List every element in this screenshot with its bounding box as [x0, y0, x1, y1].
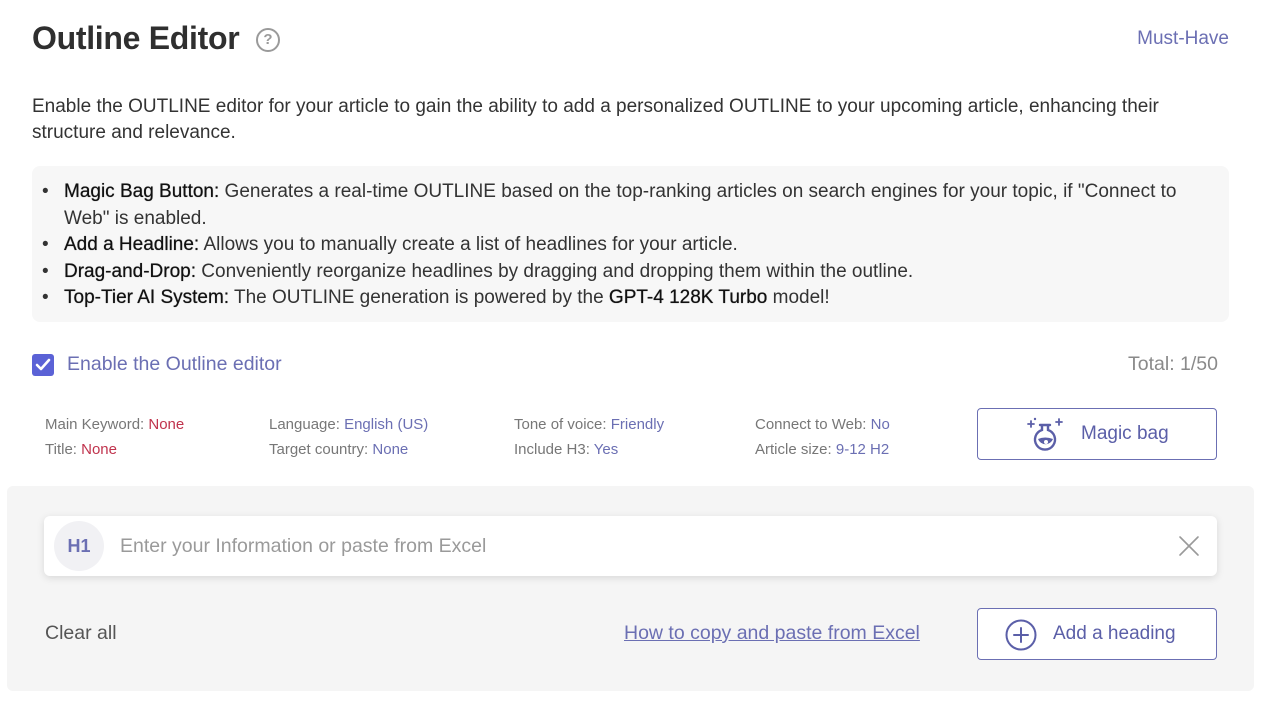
- question-circle-icon[interactable]: ?: [256, 28, 280, 52]
- setting-label: Article size:: [755, 441, 836, 458]
- feature-item-add-headline: • Add a Headline: Allows you to manually…: [32, 232, 1209, 259]
- setting-value: 9-12 H2: [835, 441, 890, 458]
- setting-label: Target country:: [269, 441, 373, 458]
- setting-value: None: [372, 441, 409, 458]
- bullet: •: [42, 260, 49, 282]
- article-size-setting: Article size: 9-12 H2: [755, 437, 890, 462]
- setting-value: English (US): [344, 416, 429, 433]
- setting-value: None: [148, 416, 185, 433]
- feature-title: Top-Tier AI System:: [64, 287, 230, 308]
- feature-item-ai-system: • Top-Tier AI System: The OUTLINE genera…: [32, 285, 1209, 312]
- close-icon[interactable]: [1178, 535, 1200, 557]
- heading-input[interactable]: [120, 531, 1160, 561]
- feature-text: Allows you to manually create a list of …: [199, 234, 738, 255]
- intro-text: Enable the OUTLINE editor for your artic…: [32, 96, 1159, 143]
- language-setting: Language: English (US): [269, 412, 428, 437]
- settings-column-2: Language: English (US) Target country: N…: [269, 412, 428, 462]
- add-heading-button[interactable]: Add a heading: [977, 608, 1217, 660]
- feature-title: Drag-and-Drop:: [64, 260, 196, 282]
- setting-value: Yes: [593, 441, 619, 458]
- enable-outline-checkbox[interactable]: [32, 354, 54, 376]
- setting-label: Include H3:: [514, 441, 594, 458]
- features-list: • Magic Bag Button: Generates a real-tim…: [32, 179, 1209, 312]
- heading-level-badge[interactable]: H1: [54, 521, 104, 571]
- magic-bag-button[interactable]: Magic bag: [977, 408, 1217, 460]
- main-keyword-setting: Main Keyword: None: [45, 412, 184, 437]
- add-heading-label: Add a heading: [1053, 623, 1176, 644]
- must-have-badge: Must-Have: [1137, 28, 1229, 49]
- setting-label: Title:: [45, 441, 82, 458]
- feature-item-drag-drop: • Drag-and-Drop: Conveniently reorganize…: [32, 259, 1209, 286]
- page-title: Outline Editor: [32, 20, 240, 56]
- feature-title: Add a Headline:: [64, 234, 200, 255]
- total-counter: Total: 1/50: [1128, 353, 1218, 375]
- checkmark-icon: [35, 358, 51, 371]
- include-h3-setting: Include H3: Yes: [514, 437, 664, 462]
- outline-heading-row: H1: [44, 516, 1217, 576]
- enable-outline-row: Enable the Outline editor Total: 1/50: [32, 352, 1218, 378]
- title-setting: Title: None: [45, 437, 184, 462]
- settings-column-3: Tone of voice: Friendly Include H3: Yes: [514, 412, 664, 462]
- bullet: •: [42, 234, 49, 255]
- enable-outline-label[interactable]: Enable the Outline editor: [67, 353, 282, 376]
- feature-text: model!: [767, 287, 830, 308]
- setting-value: No: [870, 416, 890, 433]
- setting-label: Connect to Web:: [755, 416, 871, 433]
- setting-label: Tone of voice:: [514, 416, 611, 433]
- feature-text: Conveniently reorganize headlines by dra…: [196, 260, 914, 282]
- model-name: GPT-4 128K Turbo: [608, 287, 768, 308]
- bullet: •: [42, 287, 49, 308]
- feature-text: The OUTLINE generation is powered by the: [229, 287, 609, 308]
- outline-editor-area: H1 Clear all How to copy and paste from …: [7, 486, 1254, 691]
- setting-label: Main Keyword:: [45, 416, 149, 433]
- howto-excel-link[interactable]: How to copy and paste from Excel: [624, 622, 920, 645]
- settings-column-1: Main Keyword: None Title: None: [45, 412, 184, 462]
- clear-all-button[interactable]: Clear all: [45, 622, 117, 645]
- feature-item-magic-bag: • Magic Bag Button: Generates a real-tim…: [32, 179, 1209, 232]
- connect-web-setting: Connect to Web: No: [755, 412, 890, 437]
- setting-value: None: [81, 441, 117, 458]
- bullet: •: [42, 181, 49, 202]
- plus-circle-icon: [1005, 619, 1037, 651]
- setting-value: Friendly: [610, 416, 665, 433]
- settings-column-4: Connect to Web: No Article size: 9-12 H2: [755, 412, 890, 462]
- features-box: • Magic Bag Button: Generates a real-tim…: [32, 166, 1229, 322]
- page-header: Outline Editor ? Must-Have: [32, 18, 1232, 62]
- magic-flask-icon: [1027, 417, 1063, 451]
- feature-text: Generates a real-time OUTLINE based on t…: [64, 181, 1177, 229]
- tone-setting: Tone of voice: Friendly: [514, 412, 664, 437]
- target-country-setting: Target country: None: [269, 437, 428, 462]
- feature-title: Magic Bag Button:: [64, 181, 220, 202]
- magic-bag-label: Magic bag: [1081, 423, 1169, 444]
- setting-label: Language:: [269, 416, 345, 433]
